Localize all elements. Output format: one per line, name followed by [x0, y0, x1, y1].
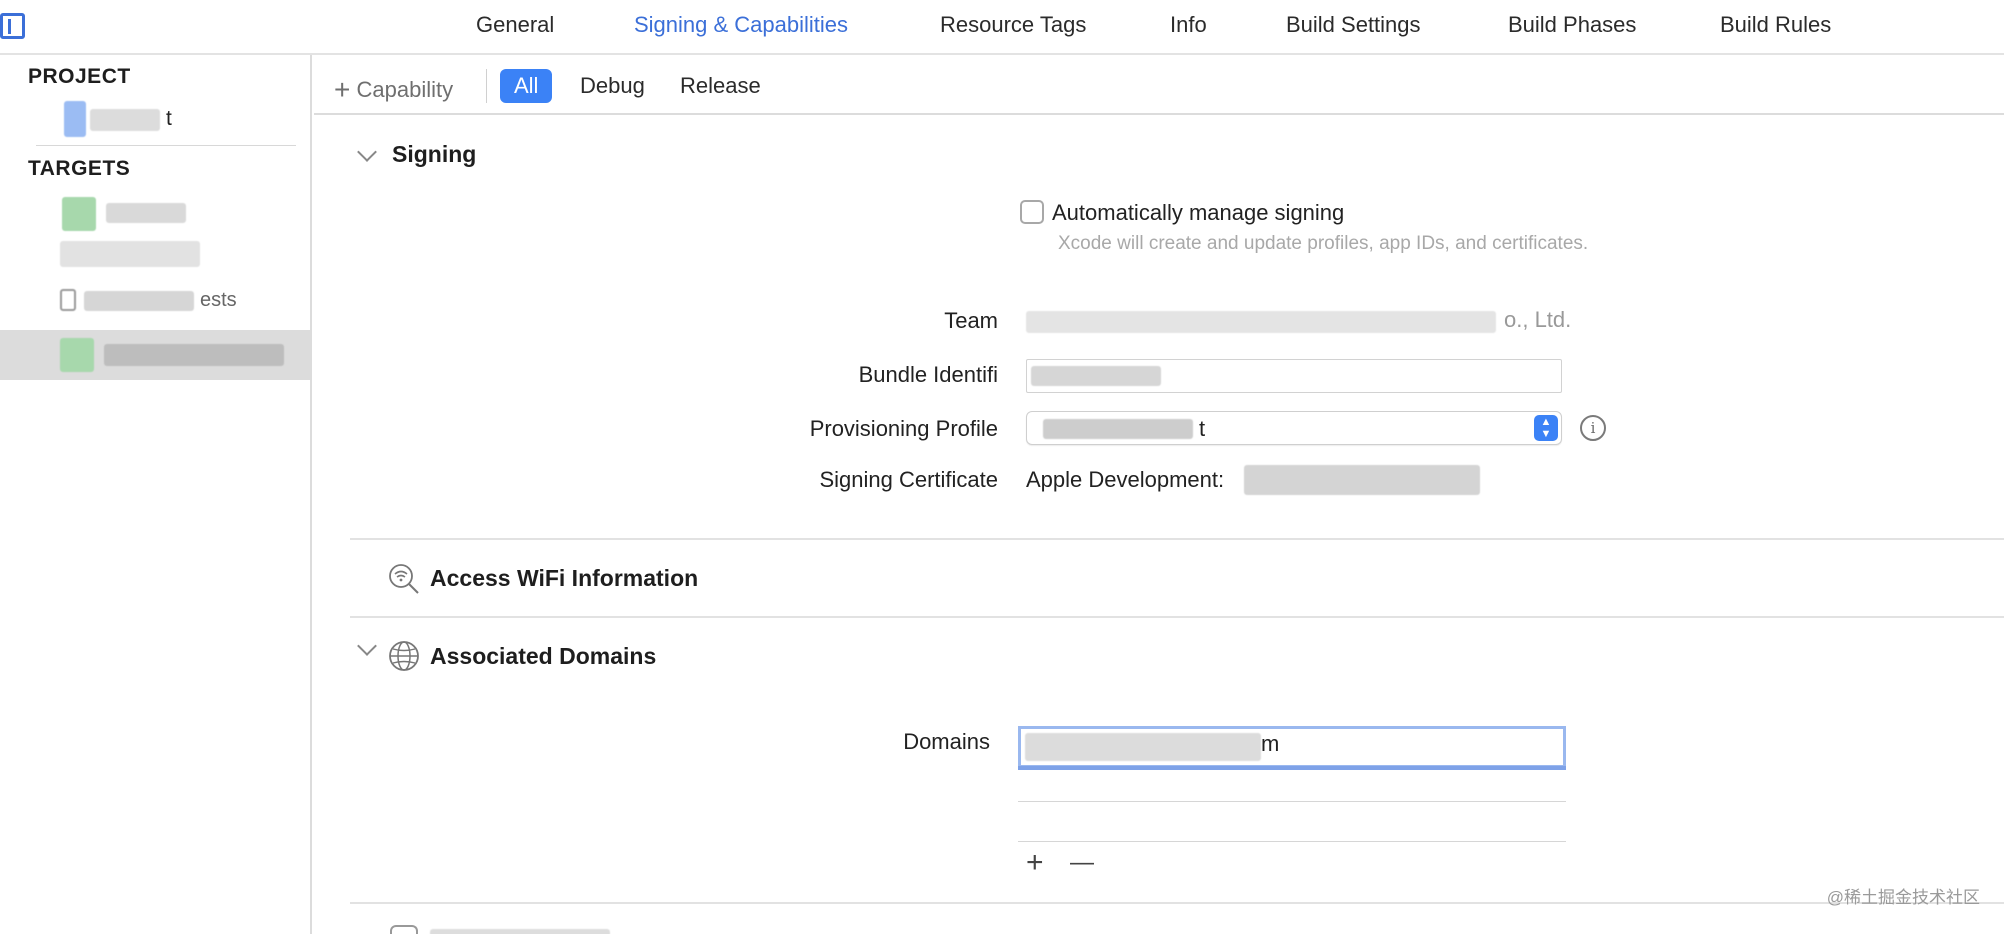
- pixelated-bundle-id: [1031, 366, 1161, 386]
- associated-domains-section-title: Associated Domains: [430, 643, 657, 669]
- provisioning-profile-popup[interactable]: t ▲ ▼: [1026, 411, 1562, 445]
- pixelated-target-name: [60, 241, 200, 267]
- watermark: @稀土掘金技术社区: [1826, 888, 1980, 907]
- domains-label: Domains: [903, 729, 990, 754]
- wifi-icon: [388, 563, 420, 595]
- auto-manage-help-text: Xcode will create and update profiles, a…: [1058, 233, 1589, 254]
- editor-tab-bar: General Signing & Capabilities Resource …: [0, 0, 2004, 55]
- associated-domains-collapse-chevron-icon[interactable]: [357, 636, 377, 656]
- popup-stepper-icon: ▲ ▼: [1534, 415, 1558, 441]
- pixelated-target-name: [104, 344, 284, 366]
- app-target-icon: [60, 338, 94, 372]
- capability-toolbar: + Capability All Debug Release: [314, 57, 2004, 115]
- access-wifi-section-title: Access WiFi Information: [430, 565, 699, 591]
- pixelated-project-name: [90, 109, 160, 131]
- targets-section-header: TARGETS: [28, 157, 131, 180]
- auto-manage-signing-label: Automatically manage signing: [1052, 200, 1345, 225]
- next-section-icon: [390, 925, 418, 934]
- tab-build-rules[interactable]: Build Rules: [1720, 12, 1831, 38]
- tab-signing-capabilities[interactable]: Signing & Capabilities: [634, 12, 848, 38]
- bundle-identifier-label: Bundle Identifi: [858, 362, 998, 387]
- provisioning-profile-label: Provisioning Profile: [809, 416, 998, 441]
- section-divider: [350, 538, 2004, 540]
- sidebar-target-item[interactable]: ests: [50, 283, 280, 319]
- pixelated-team-name: [1026, 311, 1496, 333]
- project-file-icon: [64, 101, 86, 137]
- project-navigator-sidebar: PROJECT t TARGETS ests: [0, 55, 312, 934]
- app-target-icon: [62, 197, 96, 231]
- project-section-header: PROJECT: [28, 65, 131, 88]
- sidebar-project-item[interactable]: t: [60, 97, 240, 137]
- tab-general[interactable]: General: [476, 12, 554, 38]
- sidebar-target-item[interactable]: [50, 237, 250, 273]
- partially-visible-section-title: [430, 929, 610, 934]
- section-divider: [350, 902, 2004, 904]
- signing-certificate-value: Apple Development:: [1026, 467, 1225, 492]
- test-target-icon: [60, 289, 76, 311]
- domain-entry-field[interactable]: m: [1018, 726, 1566, 770]
- domains-list-row-divider: [1018, 801, 1566, 802]
- filter-debug[interactable]: Debug: [566, 69, 659, 103]
- signing-capabilities-content: Signing Automatically manage signing Xco…: [314, 117, 2004, 934]
- section-divider: [350, 616, 2004, 618]
- pixelated-target-name: [84, 291, 194, 311]
- sidebar-divider: [36, 145, 296, 146]
- sidebar-toggle-icon[interactable]: [0, 13, 25, 39]
- pixelated-target-name: [106, 203, 186, 223]
- project-name-fragment: t: [166, 107, 172, 130]
- filter-all[interactable]: All: [500, 69, 553, 103]
- pixelated-profile-name: [1043, 419, 1193, 439]
- target-name-fragment: ests: [200, 289, 237, 311]
- add-capability-button[interactable]: + Capability: [334, 72, 454, 105]
- tab-info[interactable]: Info: [1170, 12, 1207, 38]
- team-value-fragment: o., Ltd.: [1504, 307, 1572, 332]
- domain-value-fragment: m: [1261, 731, 1280, 756]
- bundle-identifier-field[interactable]: [1026, 359, 1562, 393]
- add-capability-label: Capability: [356, 77, 454, 102]
- domains-list-bottom-border: [1018, 841, 1566, 842]
- info-icon[interactable]: i: [1580, 415, 1606, 441]
- pixelated-domain: [1025, 733, 1261, 761]
- add-domain-button[interactable]: +: [1026, 848, 1044, 878]
- auto-manage-signing-checkbox[interactable]: [1020, 200, 1044, 224]
- signing-section-title: Signing: [392, 141, 477, 167]
- team-label: Team: [944, 308, 998, 333]
- profile-value-fragment: t: [1199, 416, 1206, 441]
- sidebar-target-item[interactable]: [50, 195, 250, 231]
- pixelated-certificate-name: [1244, 465, 1480, 495]
- team-value: o., Ltd.: [1026, 303, 1586, 337]
- signing-certificate-label: Signing Certificate: [819, 467, 998, 492]
- plus-icon: +: [334, 74, 351, 105]
- filter-release[interactable]: Release: [666, 69, 775, 103]
- tab-build-phases[interactable]: Build Phases: [1508, 12, 1636, 38]
- signing-collapse-chevron-icon[interactable]: [357, 142, 377, 162]
- globe-icon: [388, 640, 420, 672]
- toolbar-separator: [486, 69, 487, 103]
- tab-resource-tags[interactable]: Resource Tags: [940, 12, 1086, 38]
- remove-domain-button[interactable]: —: [1070, 848, 1094, 878]
- tab-build-settings[interactable]: Build Settings: [1286, 12, 1421, 38]
- sidebar-selected-target[interactable]: [0, 330, 310, 380]
